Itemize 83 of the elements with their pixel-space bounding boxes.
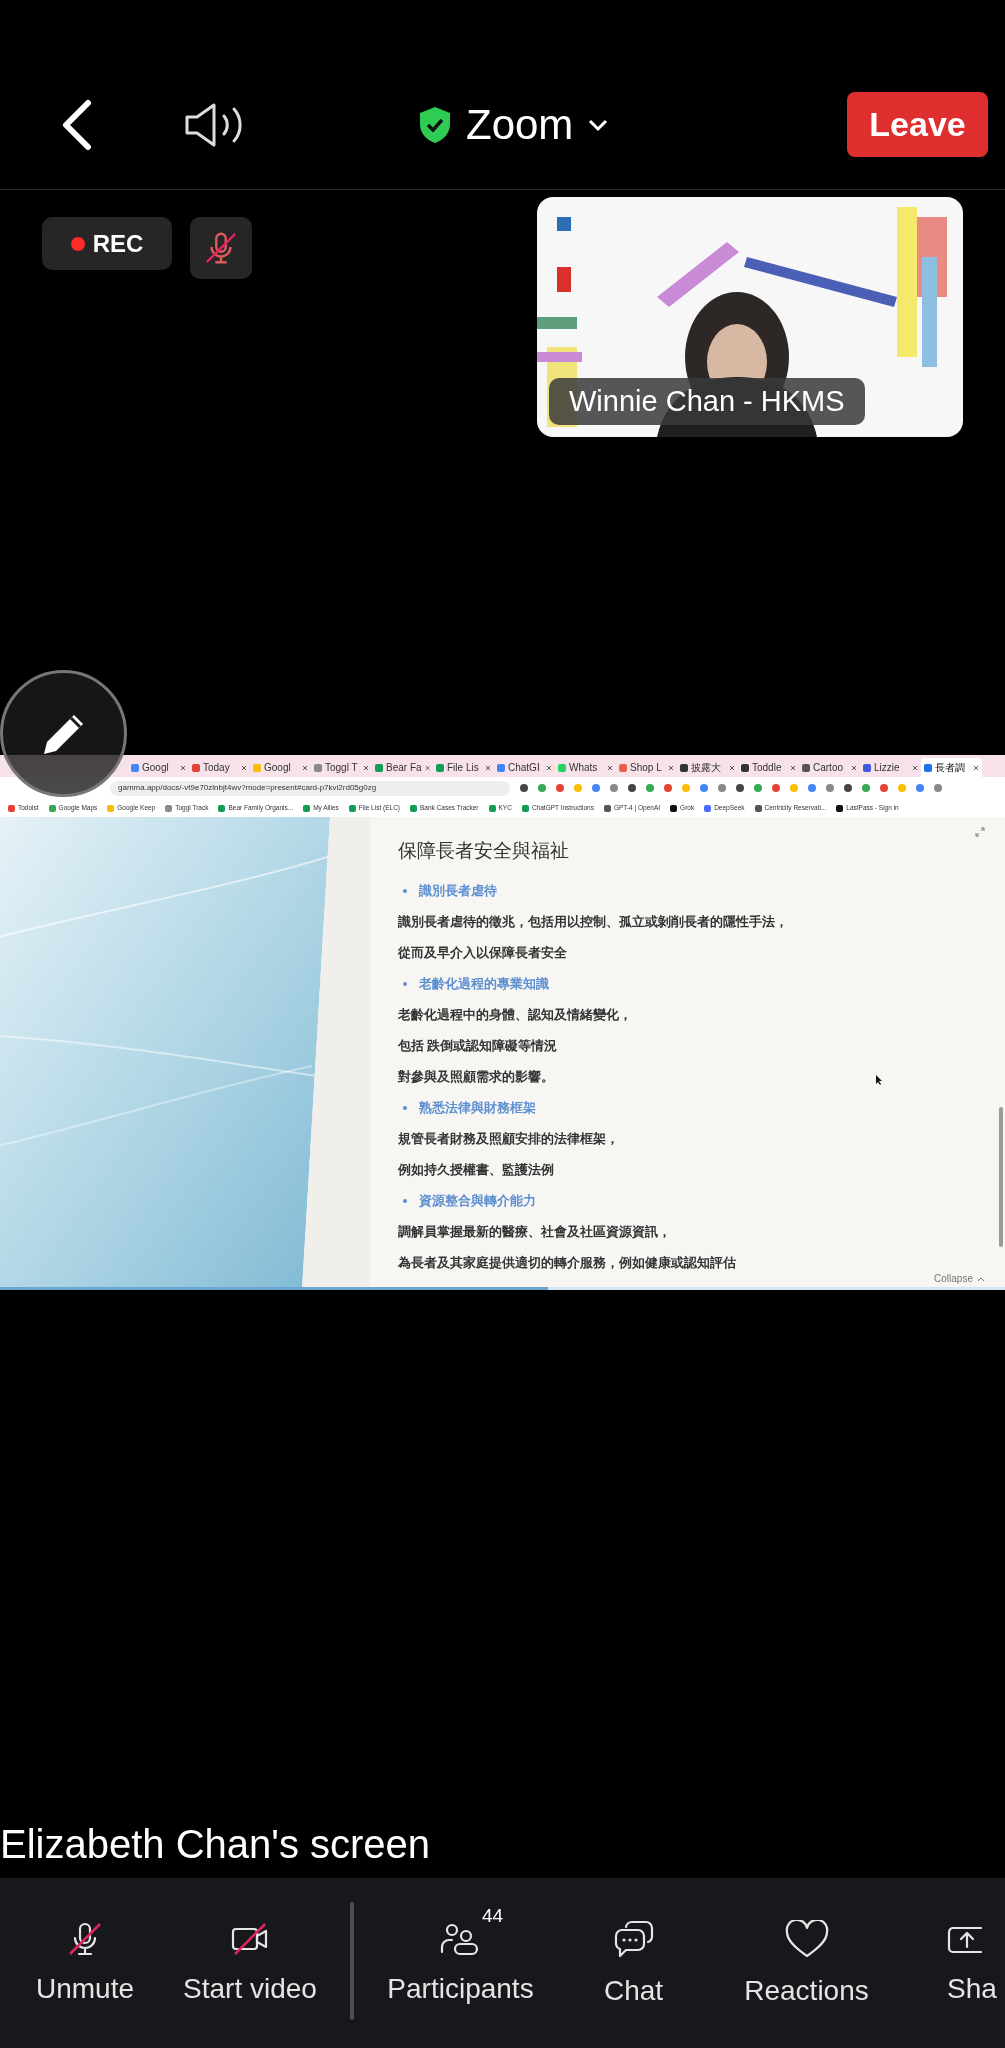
browser-tab[interactable]: Toddle [738,758,799,777]
close-icon[interactable] [485,764,491,771]
chat-button[interactable]: Chat [547,1896,720,2012]
browser-tab[interactable]: Googl [128,758,189,777]
browser-tab[interactable]: Today [189,758,250,777]
close-icon[interactable] [912,764,918,771]
bookmark-favicon-icon [8,804,15,812]
slide-text: 例如持久授權書、監護法例 [398,1161,555,1179]
unmute-button[interactable]: Unmute [0,1896,170,2010]
bookmark-favicon-icon [165,804,173,812]
bullet-icon [403,982,407,986]
sharer-label: Elizabeth Chan's screen [0,1821,431,1868]
slide-subheading: 老齡化過程的專業知識 [419,975,549,993]
bullet-icon [403,889,407,893]
slide-text: 調解員掌握最新的醫療、社會及社區資源資訊， [398,1223,672,1241]
slide-text: 老齡化過程中的身體、認知及情緒變化， [398,1006,633,1024]
close-icon[interactable] [790,764,796,771]
slide-text: 識別長者虐待的徵兆，包括用以控制、孤立或剝削長者的隱性手法， [398,913,788,931]
close-icon[interactable] [424,764,430,771]
bookmark-favicon-icon [488,804,496,812]
close-icon[interactable] [302,764,308,771]
address-bar[interactable]: gamma.app/docs/-vt9e70zlnbjt4wv?mode=present#card-p7kvi2rd05g0zg [110,780,510,796]
start-video-button[interactable]: Start video [170,1896,330,2010]
slide-text: 為長者及其家庭提供適切的轉介服務，例如健康或認知評估 [398,1254,737,1272]
expand-icon[interactable] [975,827,985,837]
close-icon[interactable] [241,764,247,771]
bookmark-favicon-icon [348,804,356,812]
slide-title: 保障長者安全與福祉 [398,839,570,863]
heart-icon [783,1920,830,1960]
bullet-icon [403,1106,407,1110]
bookmark-favicon-icon [218,804,226,812]
participants-button[interactable]: Participants 44 [374,1896,547,2010]
collapse-button[interactable]: Collapse [934,1271,985,1286]
browser-tab[interactable]: ChatGI [494,758,555,777]
slide-text: 包括 跌倒或認知障礙等情況 [398,1037,559,1055]
bookmark-favicon-icon [410,804,417,812]
browser-tab[interactable]: File Lis [433,758,494,777]
slide-text: 對參與及照顧需求的影響。 [398,1068,555,1086]
browser-tab[interactable]: Lizzie [860,758,921,777]
close-icon[interactable] [729,764,735,771]
participant-count: 44 [482,1904,504,1928]
share-button[interactable]: Sha [947,1896,997,2010]
browser-tab[interactable]: Toggl T [311,758,372,777]
back-icon[interactable] [60,98,94,151]
browser-tab[interactable]: 長者調 [921,758,982,777]
close-icon[interactable] [546,764,552,771]
chevron-up-icon [977,1275,985,1282]
recording-badge: REC [42,217,172,270]
browser-tab[interactable]: Googl [250,758,311,777]
browser-tab[interactable]: Bear Fa [372,758,433,777]
participant-name: Winnie Chan - HKMS [549,377,865,425]
browser-tab[interactable]: Cartoo [799,758,860,777]
mouse-cursor-icon [876,1075,883,1085]
shield-check-icon [418,105,452,144]
close-icon[interactable] [180,764,186,771]
close-icon[interactable] [851,764,857,771]
bookmark-favicon-icon [48,804,56,812]
slide-subheading: 資源整合與轉介能力 [419,1192,536,1210]
meeting-title-dropdown[interactable]: Zoom [418,93,610,156]
slide-subheading: 識別長者虐待 [419,882,497,900]
bookmark-favicon-icon [754,804,762,812]
bookmark-favicon-icon [603,804,611,812]
bookmark-favicon-icon [670,804,678,812]
bookmark-favicon-icon [836,804,844,812]
close-icon[interactable] [668,764,674,771]
slide-subheading: 熟悉法律與財務框架 [419,1099,536,1117]
close-icon[interactable] [363,764,369,771]
close-icon[interactable] [973,764,979,771]
bookmark-favicon-icon [107,804,115,812]
reactions-button[interactable]: Reactions [720,1896,893,2012]
browser-tab[interactable]: Whats [555,758,616,777]
leave-button[interactable]: Leave [847,92,988,157]
chevron-down-icon [587,117,610,132]
bullet-icon [403,1199,407,1203]
bookmark-favicon-icon [704,804,712,812]
slide-text: 從而及早介入以保障長者安全 [398,944,568,962]
browser-tab[interactable]: 披露大 [677,758,738,777]
close-icon[interactable] [607,764,613,771]
browser-tab[interactable]: Shop L [616,758,677,777]
bookmark-favicon-icon [521,804,529,812]
bookmark-favicon-icon [303,804,311,812]
video-tile[interactable]: Winnie Chan - HKMS [537,197,963,437]
slide-text: 規管長者財務及照顧安排的法律框架， [398,1130,620,1148]
